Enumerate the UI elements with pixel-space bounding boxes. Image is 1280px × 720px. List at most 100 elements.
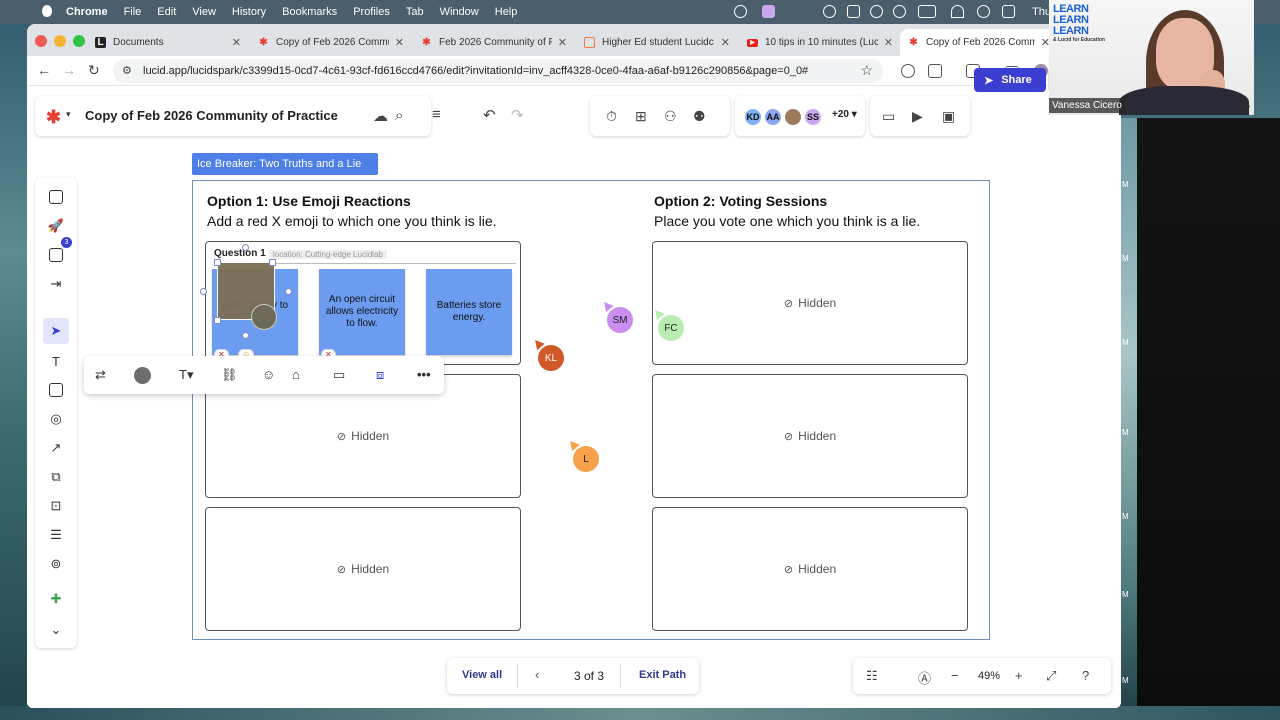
lucidspark-logo-icon[interactable]: ✱ xyxy=(46,107,61,128)
chevron-left-icon[interactable]: ‹ xyxy=(535,667,539,682)
swap-icon[interactable]: ⇄ xyxy=(95,367,106,383)
templates-icon[interactable] xyxy=(47,188,65,206)
import-icon[interactable]: ⇥ xyxy=(47,275,65,293)
tag-icon[interactable]: ⌂ xyxy=(292,367,300,382)
voting-box[interactable]: ⊘ Hidden xyxy=(652,374,968,498)
back-icon[interactable]: ← xyxy=(37,62,51,78)
tab-close-icon[interactable]: ✕ xyxy=(721,36,730,49)
address-bar[interactable]: ⚙ lucid.app/lucidspark/c3399d15-0cd7-4c6… xyxy=(113,59,883,83)
wifi-icon[interactable] xyxy=(951,5,964,18)
sticky-note[interactable]: An open circuit allows electricity to fl… xyxy=(319,269,405,355)
browser-tab-active[interactable]: ✱ Copy of Feb 2026 Commu ✕ xyxy=(900,29,1056,56)
question-box[interactable]: Question 1 location: Cutting-edge Lucidl… xyxy=(200,241,521,365)
site-settings-icon[interactable]: ⚙ xyxy=(122,64,132,77)
frame-tool-icon[interactable]: ⧉ xyxy=(47,468,65,486)
image-tool-icon[interactable]: ⊡ xyxy=(47,497,65,515)
browser-tab[interactable]: L Documents ✕ xyxy=(87,29,247,56)
bluetooth-icon[interactable] xyxy=(870,5,883,18)
cloud-saved-icon[interactable]: ☁ xyxy=(373,107,388,125)
browser-tab[interactable]: ✱ Feb 2026 Community of P ✕ xyxy=(413,29,573,56)
tab-close-icon[interactable]: ✕ xyxy=(395,36,404,49)
shapes-tool-icon[interactable]: ◎ xyxy=(47,410,65,428)
zoom-in-icon[interactable]: + xyxy=(1015,668,1023,683)
rotate-handle[interactable] xyxy=(242,244,249,251)
sidebar-status-icon[interactable] xyxy=(847,5,860,18)
voting-box[interactable]: ⊘ Hidden xyxy=(652,241,968,365)
spotlight-search-icon[interactable] xyxy=(977,5,990,18)
gift-icon[interactable]: ⊞ xyxy=(635,108,647,125)
apple-icon[interactable] xyxy=(42,5,52,17)
menu-bookmarks[interactable]: Bookmarks xyxy=(282,6,337,18)
menu-tab[interactable]: Tab xyxy=(406,6,424,18)
exit-path-button[interactable]: Exit Path xyxy=(639,669,686,681)
avatar[interactable]: SS xyxy=(803,107,823,127)
rocket-icon[interactable]: 🚀 xyxy=(47,217,65,235)
document-title[interactable]: Copy of Feb 2026 Community of Practice xyxy=(85,108,338,123)
zoom-status-icon[interactable] xyxy=(734,5,747,18)
ai-tool-icon[interactable]: ⊚ xyxy=(47,555,65,573)
container-icon[interactable]: ▭ xyxy=(333,367,345,383)
link-icon[interactable]: ⛓ xyxy=(221,367,238,383)
view-all-button[interactable]: View all xyxy=(462,669,502,681)
accessibility-icon[interactable]: Ⓐ xyxy=(918,668,931,687)
activities-icon[interactable] xyxy=(47,246,65,264)
sticky-note[interactable]: Batteries store energy. xyxy=(426,269,512,355)
extension-icon[interactable] xyxy=(901,64,915,78)
minimize-window-icon[interactable] xyxy=(54,35,66,47)
connect-handle[interactable] xyxy=(200,288,207,295)
resize-handle[interactable] xyxy=(214,317,221,324)
control-center-icon[interactable] xyxy=(1002,5,1015,18)
browser-tab[interactable]: ✱ Copy of Feb 2026 Commu ✕ xyxy=(250,29,410,56)
line-tool-icon[interactable]: ↗ xyxy=(47,439,65,457)
question-box[interactable]: ⊘ Hidden xyxy=(205,507,521,631)
avatar[interactable] xyxy=(783,107,803,127)
bookmark-star-icon[interactable]: ☆ xyxy=(860,62,873,79)
github-icon[interactable] xyxy=(823,5,836,18)
menu-file[interactable]: File xyxy=(124,6,142,18)
tab-close-icon[interactable]: ✕ xyxy=(558,36,567,49)
menu-edit[interactable]: Edit xyxy=(157,6,176,18)
icebreaker-frame[interactable]: Option 1: Use Emoji Reactions Add a red … xyxy=(192,180,990,640)
connect-handle[interactable] xyxy=(285,288,292,295)
tab-close-icon[interactable]: ✕ xyxy=(884,36,893,49)
browser-tab[interactable]: ▶ 10 tips in 10 minutes (Luc ✕ xyxy=(739,29,899,56)
text-tool-icon[interactable]: T xyxy=(47,352,65,370)
zoom-out-icon[interactable]: − xyxy=(951,668,959,683)
battery-icon[interactable] xyxy=(918,5,936,18)
redo-icon[interactable]: ↷ xyxy=(511,106,524,124)
undo-icon[interactable]: ↶ xyxy=(483,106,496,124)
play-status-icon[interactable] xyxy=(893,5,906,18)
lock-group-icon[interactable]: ⧈ xyxy=(376,367,384,383)
forward-icon[interactable]: → xyxy=(62,62,76,78)
avatar[interactable]: KD xyxy=(743,107,763,127)
menu-app-name[interactable]: Chrome xyxy=(66,6,108,18)
integrations-icon[interactable]: ✚ xyxy=(47,590,65,608)
menu-profiles[interactable]: Profiles xyxy=(353,6,390,18)
collaborate-icon[interactable]: ⚇ xyxy=(664,108,677,125)
zoom-level[interactable]: 49% xyxy=(978,670,1000,682)
tab-close-icon[interactable]: ✕ xyxy=(232,36,241,49)
menu-help[interactable]: Help xyxy=(495,6,518,18)
fill-color-swatch[interactable] xyxy=(134,367,151,384)
reload-icon[interactable]: ↻ xyxy=(88,62,100,79)
menu-window[interactable]: Window xyxy=(440,6,479,18)
timer-icon[interactable]: ⏱ xyxy=(606,108,617,125)
maximize-window-icon[interactable] xyxy=(73,35,85,47)
frame-label[interactable]: Ice Breaker: Two Truths and a Lie xyxy=(192,153,378,175)
extensions-puzzle-icon[interactable] xyxy=(928,64,942,78)
chevron-right-icon[interactable]: › xyxy=(597,667,601,682)
sticky-note-tool-icon[interactable] xyxy=(47,381,65,399)
more-options-icon[interactable]: ••• xyxy=(417,367,431,382)
close-window-icon[interactable] xyxy=(35,35,47,47)
menu-view[interactable]: View xyxy=(192,6,216,18)
menu-history[interactable]: History xyxy=(232,6,266,18)
emoji-reaction-icon[interactable]: ☺ xyxy=(262,367,275,382)
outline-list-icon[interactable]: ☷ xyxy=(866,668,878,684)
help-icon[interactable]: ? xyxy=(1082,668,1089,683)
more-collaborators[interactable]: +20 ▾ xyxy=(832,109,857,120)
chevron-down-icon[interactable]: ▾ xyxy=(66,109,71,120)
avatar[interactable]: AA xyxy=(763,107,783,127)
menu-icon[interactable]: ≡ xyxy=(432,106,441,123)
browser-tab[interactable]: Higher Ed student Lucidc ✕ xyxy=(576,29,736,56)
comment-icon[interactable]: ▭ xyxy=(882,108,895,125)
